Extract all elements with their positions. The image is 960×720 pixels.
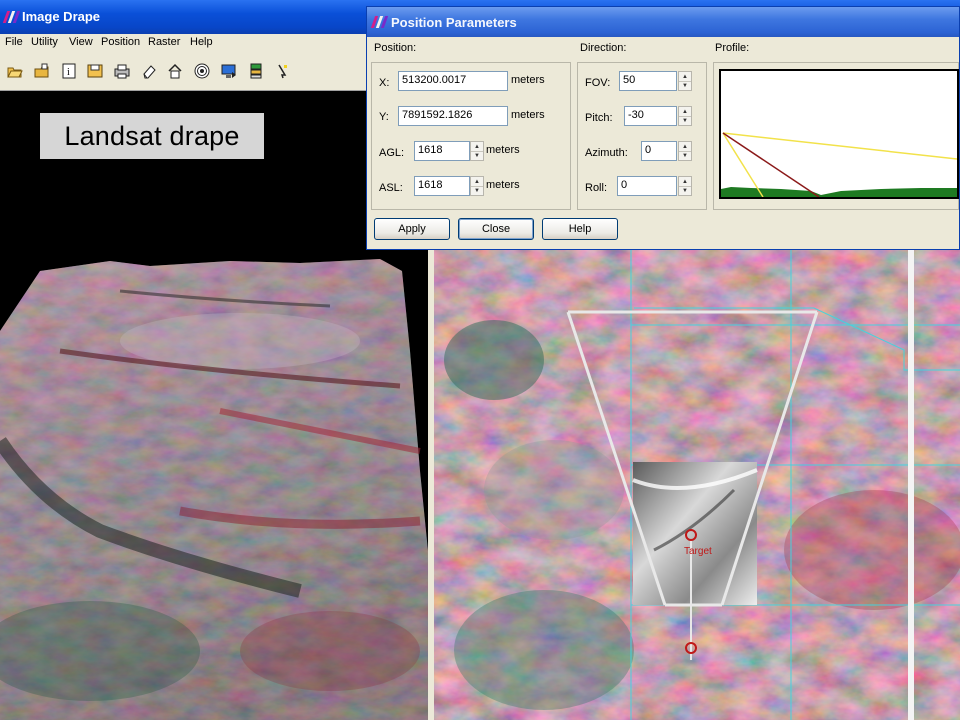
home-icon[interactable] xyxy=(166,62,184,80)
pitch-spinner[interactable]: ▲ ▼ xyxy=(678,106,692,126)
x-unit-label: meters xyxy=(511,74,545,86)
y-unit-label: meters xyxy=(511,109,545,121)
x-coordinate-input[interactable]: 513200.0017 xyxy=(398,71,508,91)
fov-label: FOV: xyxy=(585,77,611,89)
fov-spinner[interactable]: ▲ ▼ xyxy=(678,71,692,91)
target-icon[interactable] xyxy=(193,62,211,80)
profile-fov-line xyxy=(722,132,764,198)
azimuth-label: Azimuth: xyxy=(585,147,628,159)
dialog-title-bar[interactable]: Position Parameters xyxy=(367,7,959,37)
asl-input[interactable]: 1618 xyxy=(414,176,470,196)
overview-map-view[interactable]: Target xyxy=(434,250,960,720)
menu-view[interactable]: View xyxy=(69,36,93,48)
position-group-label: Position: xyxy=(374,42,417,54)
y-label: Y: xyxy=(379,111,389,123)
direction-group-label: Direction: xyxy=(580,42,627,54)
fov-input[interactable]: 50 xyxy=(619,71,677,91)
profile-sight-line xyxy=(722,132,958,160)
landsat-overview-image: Target xyxy=(434,250,960,720)
view-title-label: Landsat drape xyxy=(40,113,264,159)
landsat-terrain-image xyxy=(0,259,428,720)
dialog-title: Position Parameters xyxy=(391,15,517,30)
azimuth-spinner[interactable]: ▲ ▼ xyxy=(678,141,692,161)
profile-group-label: Profile: xyxy=(715,42,750,54)
menu-file[interactable]: File xyxy=(5,36,23,48)
profile-terrain xyxy=(721,187,957,197)
layers-icon[interactable] xyxy=(247,62,265,80)
asl-spinner[interactable]: ▲ ▼ xyxy=(470,176,484,196)
position-parameters-dialog: Position Parameters Position: Direction:… xyxy=(366,6,960,250)
pointer-icon[interactable] xyxy=(273,62,291,80)
agl-label: AGL: xyxy=(379,147,405,159)
menu-utility[interactable]: Utility xyxy=(31,36,58,48)
roll-input[interactable]: 0 xyxy=(617,176,677,196)
print-icon[interactable] xyxy=(113,62,131,80)
y-coordinate-input[interactable]: 7891592.1826 xyxy=(398,106,508,126)
menu-raster[interactable]: Raster xyxy=(148,36,180,48)
info-icon[interactable]: i xyxy=(60,62,78,80)
dialog-app-icon xyxy=(370,15,389,29)
x-label: X: xyxy=(379,77,390,89)
menu-help[interactable]: Help xyxy=(190,36,213,48)
help-button[interactable]: Help xyxy=(542,218,618,240)
agl-input[interactable]: 1618 xyxy=(414,141,470,161)
azimuth-input[interactable]: 0 xyxy=(641,141,677,161)
screen-icon[interactable] xyxy=(220,62,238,80)
agl-spinner[interactable]: ▲ ▼ xyxy=(470,141,484,161)
open-folder-icon[interactable] xyxy=(6,62,24,80)
drape-window-title: Image Drape xyxy=(22,9,101,24)
pitch-input[interactable]: -30 xyxy=(624,106,677,126)
close-button[interactable]: Close xyxy=(458,218,534,240)
pitch-label: Pitch: xyxy=(585,112,613,124)
app-logo-icon xyxy=(2,10,21,24)
roll-label: Roll: xyxy=(585,182,608,194)
svg-text:i: i xyxy=(67,67,70,78)
menu-position[interactable]: Position xyxy=(101,36,140,48)
open-file-icon[interactable] xyxy=(33,62,51,80)
agl-unit-label: meters xyxy=(486,144,520,156)
asl-label: ASL: xyxy=(379,182,403,194)
terrain-3d-view[interactable]: Landsat drape xyxy=(0,91,428,720)
eraser-icon[interactable] xyxy=(140,62,158,80)
asl-unit-label: meters xyxy=(486,179,520,191)
save-icon[interactable] xyxy=(86,62,104,80)
target-label: Target xyxy=(684,546,712,557)
elevation-profile-graph xyxy=(719,69,959,199)
roll-spinner[interactable]: ▲ ▼ xyxy=(678,176,692,196)
apply-button[interactable]: Apply xyxy=(374,218,450,240)
